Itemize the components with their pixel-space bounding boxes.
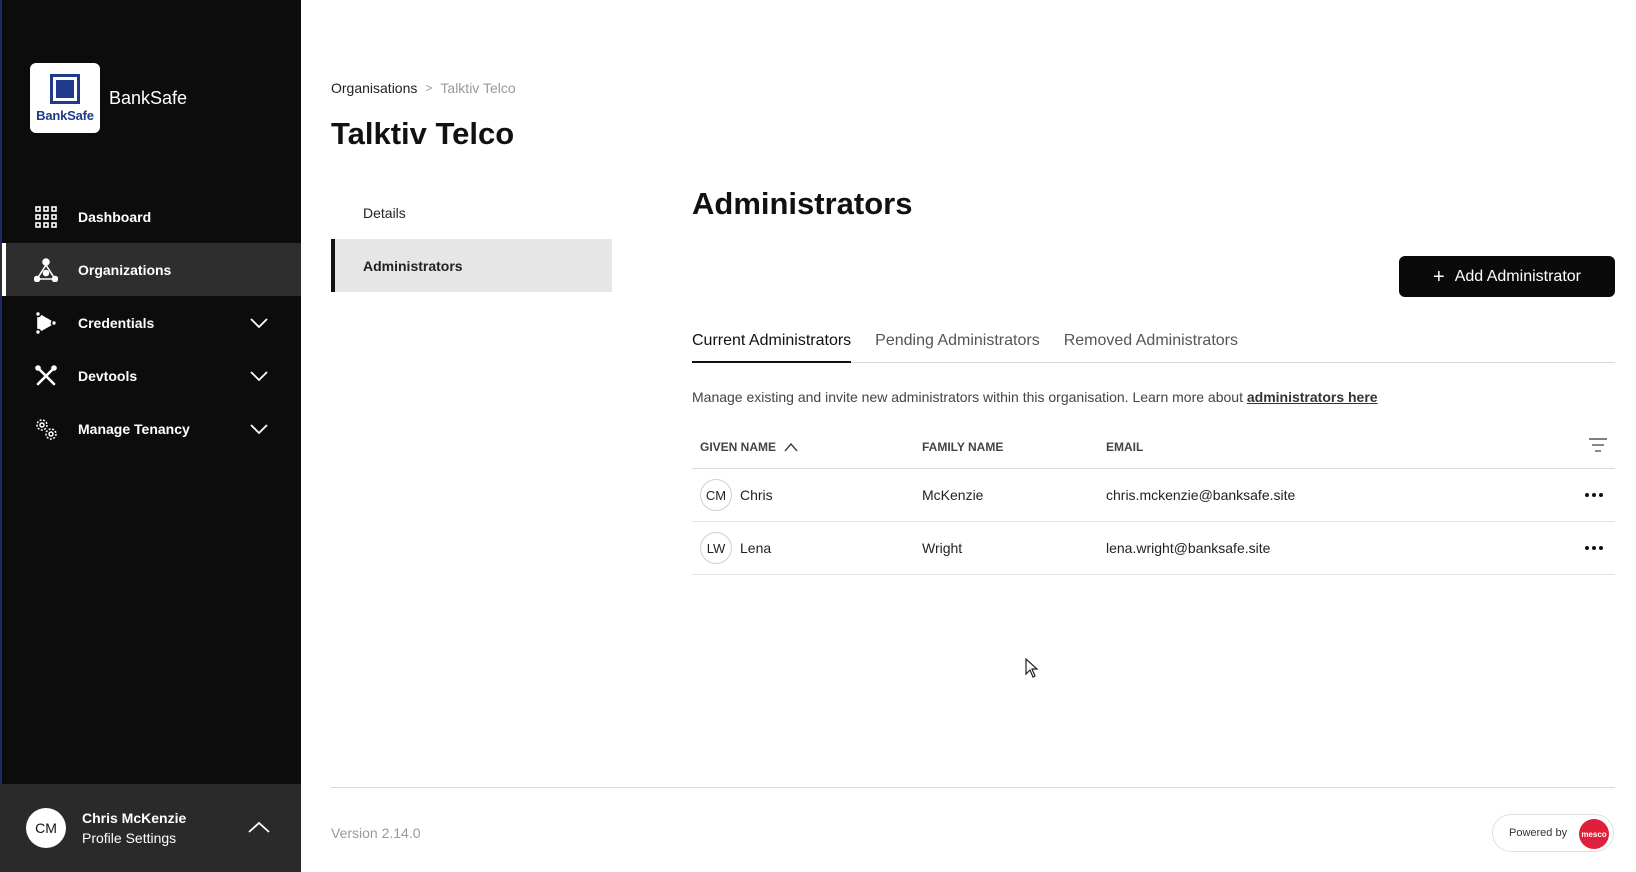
vault-icon: [50, 73, 80, 104]
sidebar-item-label: Organizations: [78, 261, 172, 278]
breadcrumb-separator: >: [425, 81, 433, 95]
version-label: Version 2.14.0: [331, 825, 421, 841]
table-header: GIVEN NAME FAMILY NAME EMAIL: [692, 425, 1615, 469]
credential-icon: [34, 310, 58, 335]
network-icon: [34, 257, 58, 282]
column-email[interactable]: EMAIL: [1106, 440, 1143, 454]
administrators-help-link[interactable]: administrators here: [1247, 389, 1378, 405]
subnav-item-administrators[interactable]: Administrators: [331, 239, 612, 292]
admin-tabs: Current Administrators Pending Administr…: [692, 322, 1615, 363]
column-family-name[interactable]: FAMILY NAME: [922, 440, 1003, 454]
email: lena.wright@banksafe.site: [1106, 540, 1271, 556]
sidebar-item-dashboard[interactable]: Dashboard: [0, 190, 301, 243]
tab-pending-administrators[interactable]: Pending Administrators: [875, 322, 1040, 363]
breadcrumb-current: Talktiv Telco: [440, 80, 516, 96]
avatar: CM: [700, 479, 732, 511]
footer-divider: [331, 787, 1615, 788]
administrators-table: GIVEN NAME FAMILY NAME EMAIL CM Chris Mc…: [692, 425, 1615, 575]
tab-current-administrators[interactable]: Current Administrators: [692, 322, 852, 363]
sidebar-nav: Dashboard Organizations Credentials Devt…: [0, 190, 301, 455]
add-administrator-button[interactable]: + Add Administrator: [1399, 256, 1615, 297]
filter-icon[interactable]: [1589, 438, 1607, 455]
powered-by-text: Powered by: [1509, 827, 1568, 839]
sidebar-item-label: Dashboard: [78, 208, 152, 225]
email: chris.mckenzie@banksafe.site: [1106, 487, 1296, 503]
table-row[interactable]: CM Chris McKenzie chris.mckenzie@banksaf…: [692, 469, 1615, 522]
sidebar-item-manage-tenancy[interactable]: Manage Tenancy: [0, 402, 301, 455]
breadcrumb: Organisations > Talktiv Telco: [331, 80, 516, 96]
sidebar-item-label: Manage Tenancy: [78, 420, 190, 437]
gears-icon: [34, 417, 58, 441]
subnav-item-details[interactable]: Details: [331, 186, 612, 239]
profile-panel[interactable]: CM Chris McKenzie Profile Settings: [0, 784, 301, 872]
add-administrator-label: Add Administrator: [1454, 267, 1581, 285]
sidebar-item-devtools[interactable]: Devtools: [0, 349, 301, 402]
sub-navigation: Details Administrators: [331, 186, 612, 292]
sidebar-item-credentials[interactable]: Credentials: [0, 296, 301, 349]
more-options-icon[interactable]: [1581, 542, 1607, 554]
mesco-logo: mesco: [1579, 819, 1609, 849]
page-title: Talktiv Telco: [331, 116, 515, 151]
avatar: LW: [700, 532, 732, 564]
family-name: McKenzie: [922, 487, 984, 503]
column-label: GIVEN NAME: [700, 439, 777, 454]
sidebar-item-label: Devtools: [78, 367, 138, 384]
avatar: CM: [26, 808, 66, 848]
tab-removed-administrators[interactable]: Removed Administrators: [1064, 322, 1238, 363]
powered-by-badge[interactable]: Powered by mesco: [1492, 814, 1614, 852]
brand[interactable]: BankSafe BankSafe: [30, 63, 187, 133]
chevron-down-icon[interactable]: [249, 313, 269, 333]
table-row[interactable]: LW Lena Wright lena.wright@banksafe.site: [692, 522, 1615, 575]
given-name-cell: LW Lena: [700, 532, 771, 564]
tools-icon: [34, 364, 58, 388]
given-name: Lena: [740, 540, 772, 556]
given-name-cell: CM Chris: [700, 479, 773, 511]
sidebar: BankSafe BankSafe Dashboard Organization…: [0, 0, 301, 872]
section-description: Manage existing and invite new administr…: [692, 389, 1378, 405]
description-text: Manage existing and invite new administr…: [692, 389, 1247, 405]
more-options-icon[interactable]: [1581, 489, 1607, 501]
grid-icon: [34, 205, 58, 229]
chevron-down-icon[interactable]: [249, 419, 269, 439]
column-given-name[interactable]: GIVEN NAME: [700, 440, 798, 454]
sort-ascending-icon: [784, 442, 798, 451]
profile-settings-link[interactable]: Profile Settings: [82, 830, 186, 846]
brand-logo: BankSafe: [30, 63, 100, 133]
mouse-cursor-icon: [1025, 658, 1039, 678]
plus-icon: +: [1433, 265, 1445, 288]
chevron-up-icon[interactable]: [247, 818, 271, 838]
chevron-down-icon[interactable]: [249, 366, 269, 386]
family-name: Wright: [922, 540, 963, 556]
profile-name: Chris McKenzie: [82, 810, 187, 826]
sidebar-item-organizations[interactable]: Organizations: [0, 243, 301, 296]
breadcrumb-organisations-link[interactable]: Organisations: [331, 80, 417, 96]
sidebar-item-label: Credentials: [78, 314, 155, 331]
brand-name: BankSafe: [109, 87, 188, 108]
section-title: Administrators: [692, 186, 913, 221]
given-name: Chris: [740, 487, 773, 503]
profile-text: Chris McKenzie Profile Settings: [82, 810, 186, 846]
brand-logo-text: BankSafe: [36, 107, 94, 123]
